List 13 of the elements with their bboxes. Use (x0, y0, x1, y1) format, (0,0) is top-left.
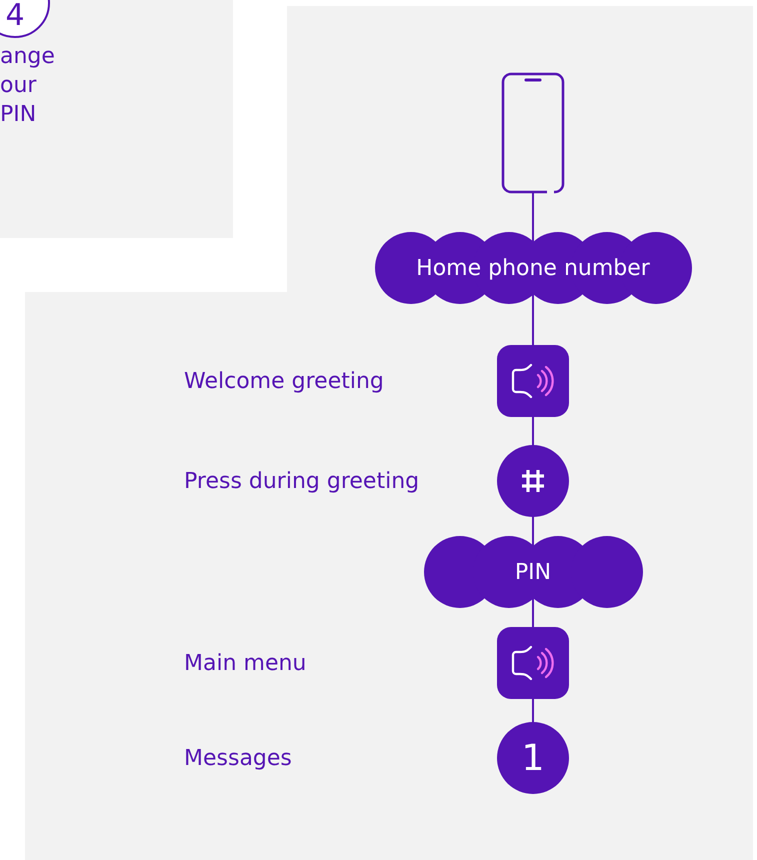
bubble-label: PIN (424, 536, 642, 608)
speaker-icon (497, 627, 569, 699)
step-label: Welcome greeting (184, 368, 385, 394)
phone-icon (501, 72, 565, 194)
step-title-line: our (0, 72, 36, 100)
step-label: Main menu (184, 650, 308, 676)
step-label: Press during greeting (184, 468, 420, 494)
step-number-circle: 4 (0, 0, 50, 38)
step-title-line: PIN (0, 101, 36, 129)
step-label: Messages (184, 746, 293, 770)
bubble-label: Home phone number (374, 232, 692, 304)
step-title-line: ange (0, 43, 55, 71)
speaker-icon (497, 345, 569, 417)
